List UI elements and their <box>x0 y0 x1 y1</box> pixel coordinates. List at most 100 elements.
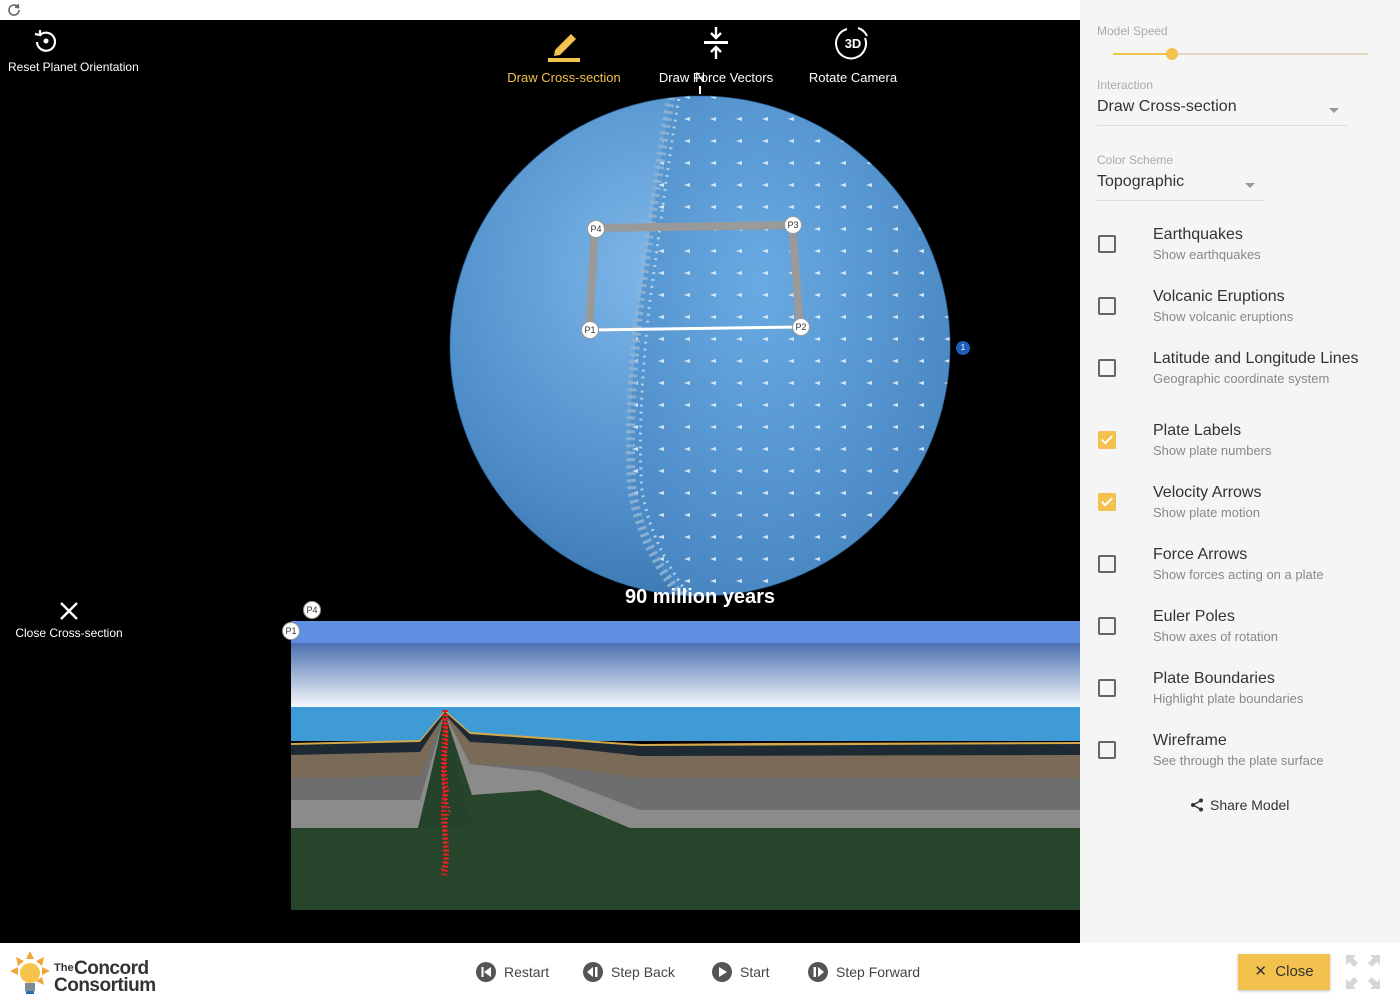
logo-consortium: Consortium <box>54 975 156 996</box>
cross-section-marker-p4: P4 <box>303 601 321 619</box>
reset-orientation-label: Reset Planet Orientation <box>8 60 139 74</box>
globe[interactable] <box>449 60 1000 620</box>
option-description: See through the plate surface <box>1153 753 1324 768</box>
reload-icon[interactable] <box>6 2 22 18</box>
draw-force-vectors-button[interactable]: Draw Force Vectors <box>646 24 786 85</box>
option-force-arrows[interactable]: Force Arrows Show forces acting on a plat… <box>1097 546 1397 596</box>
option-description: Highlight plate boundaries <box>1153 691 1304 706</box>
option-plate-labels[interactable]: Plate Labels Show plate numbers <box>1097 422 1397 472</box>
color-scheme-value: Topographic <box>1097 173 1185 190</box>
option-description: Show earthquakes <box>1153 247 1261 262</box>
option-volcanic-eruptions[interactable]: Volcanic Eruptions Show volcanic eruption… <box>1097 288 1397 338</box>
start-icon <box>712 962 732 982</box>
interaction-value: Draw Cross-section <box>1097 98 1237 115</box>
option-description: Show plate motion <box>1153 505 1260 520</box>
close-cross-section-label: Close Cross-section <box>15 626 123 640</box>
plate-label: 1 <box>956 341 970 355</box>
rotate-camera-label: Rotate Camera <box>808 70 898 85</box>
model-speed-thumb[interactable] <box>1166 48 1178 60</box>
option-title: Earthquakes <box>1153 226 1243 243</box>
option-velocity-arrows[interactable]: Velocity Arrows Show plate motion <box>1097 484 1397 534</box>
rotate-camera-button[interactable]: 3D Rotate Camera <box>798 24 908 85</box>
globe-canvas[interactable]: N <box>0 20 1080 943</box>
close-icon <box>60 602 78 620</box>
marker-p2[interactable]: P2 <box>792 318 810 336</box>
interaction-label: Interaction <box>1097 78 1154 92</box>
color-scheme-label: Color Scheme <box>1097 153 1174 167</box>
interaction-select[interactable]: Draw Cross-section <box>1097 98 1347 126</box>
cross-section-marker-p1: P1 <box>282 622 300 640</box>
restart-label: Restart <box>504 964 550 980</box>
option-description: Show forces acting on a plate <box>1153 567 1324 582</box>
chevron-down-icon <box>1329 108 1339 113</box>
checkbox[interactable] <box>1098 679 1116 697</box>
checkbox[interactable] <box>1098 297 1116 315</box>
checkbox[interactable] <box>1098 431 1116 449</box>
share-model-label: Share Model <box>1210 797 1290 813</box>
share-model-button[interactable]: Share Model <box>1190 797 1289 813</box>
checkbox[interactable] <box>1098 359 1116 377</box>
restart-icon <box>476 962 496 982</box>
bottom-bar: The Concord Consortium Restart Step Back… <box>0 943 1400 1000</box>
option-title: Volcanic Eruptions <box>1153 288 1285 305</box>
settings-sidebar: Model Speed Interaction Draw Cross-secti… <box>1080 0 1400 943</box>
force-vectors-icon <box>704 27 728 59</box>
option-plate-boundaries[interactable]: Plate Boundaries Highlight plate boundari… <box>1097 670 1397 720</box>
rotate-3d-icon: 3D <box>835 27 868 60</box>
pencil-icon <box>548 34 580 62</box>
start-label: Start <box>740 964 770 980</box>
fullscreen-icon[interactable] <box>1344 953 1382 991</box>
option-title: Euler Poles <box>1153 608 1235 625</box>
reset-orientation-button[interactable]: Reset Planet Orientation <box>8 26 139 74</box>
step-forward-icon <box>808 962 828 982</box>
option-title: Wireframe <box>1153 732 1227 749</box>
model-viewport[interactable]: N Reset Planet Orientation Draw Cross-se… <box>0 20 1080 943</box>
top-bar <box>0 0 1080 20</box>
concord-logo-icon <box>10 951 50 994</box>
checkbox[interactable] <box>1098 235 1116 253</box>
time-label: 90 million years <box>624 586 776 608</box>
restart-button[interactable]: Restart <box>476 962 549 982</box>
marker-p1[interactable]: P1 <box>581 321 599 339</box>
draw-cross-section-label: Draw Cross-section <box>507 70 621 85</box>
close-icon: ✕ <box>1254 963 1267 980</box>
option-euler-poles[interactable]: Euler Poles Show axes of rotation <box>1097 608 1397 658</box>
option-latitude-and-longitude-lines[interactable]: Latitude and Longitude Lines Geographic c… <box>1097 350 1397 400</box>
option-title: Velocity Arrows <box>1153 484 1262 501</box>
logo-the: The <box>54 962 74 974</box>
draw-cross-section-button[interactable]: Draw Cross-section <box>494 24 634 85</box>
option-title: Plate Labels <box>1153 422 1242 439</box>
cross-section-panel[interactable] <box>291 621 1080 910</box>
step-forward-label: Step Forward <box>836 964 921 980</box>
option-description: Show axes of rotation <box>1153 629 1279 644</box>
close-label: Close <box>1275 963 1314 980</box>
checkbox[interactable] <box>1098 555 1116 573</box>
step-forward-button[interactable]: Step Forward <box>808 962 920 982</box>
option-description: Geographic coordinate system <box>1153 371 1330 386</box>
share-icon <box>1191 798 1203 812</box>
option-wireframe[interactable]: Wireframe See through the plate surface <box>1097 732 1397 782</box>
option-title: Plate Boundaries <box>1153 670 1275 687</box>
chevron-down-icon <box>1245 183 1255 188</box>
checkbox[interactable] <box>1098 741 1116 759</box>
checkbox[interactable] <box>1098 617 1116 635</box>
step-back-icon <box>583 962 603 982</box>
option-title: Force Arrows <box>1153 546 1248 563</box>
draw-force-vectors-label: Draw Force Vectors <box>658 70 774 85</box>
option-description: Show plate numbers <box>1153 443 1272 458</box>
rotate-3d-icon-text: 3D <box>845 36 862 51</box>
option-description: Show volcanic eruptions <box>1153 309 1294 324</box>
option-earthquakes[interactable]: Earthquakes Show earthquakes <box>1097 226 1397 276</box>
marker-p4[interactable]: P4 <box>587 220 605 238</box>
option-title: Latitude and Longitude Lines <box>1153 350 1359 367</box>
model-speed-fill <box>1113 53 1172 55</box>
concord-logo[interactable]: The Concord Consortium <box>10 949 170 996</box>
checkbox[interactable] <box>1098 493 1116 511</box>
color-scheme-select[interactable]: Topographic <box>1097 173 1263 201</box>
close-button[interactable]: ✕ Close <box>1238 954 1330 990</box>
start-button[interactable]: Start <box>712 962 770 982</box>
step-back-button[interactable]: Step Back <box>583 962 675 982</box>
marker-p3[interactable]: P3 <box>784 216 802 234</box>
close-cross-section-button[interactable]: Close Cross-section <box>8 600 130 640</box>
model-speed-label: Model Speed <box>1097 24 1168 38</box>
